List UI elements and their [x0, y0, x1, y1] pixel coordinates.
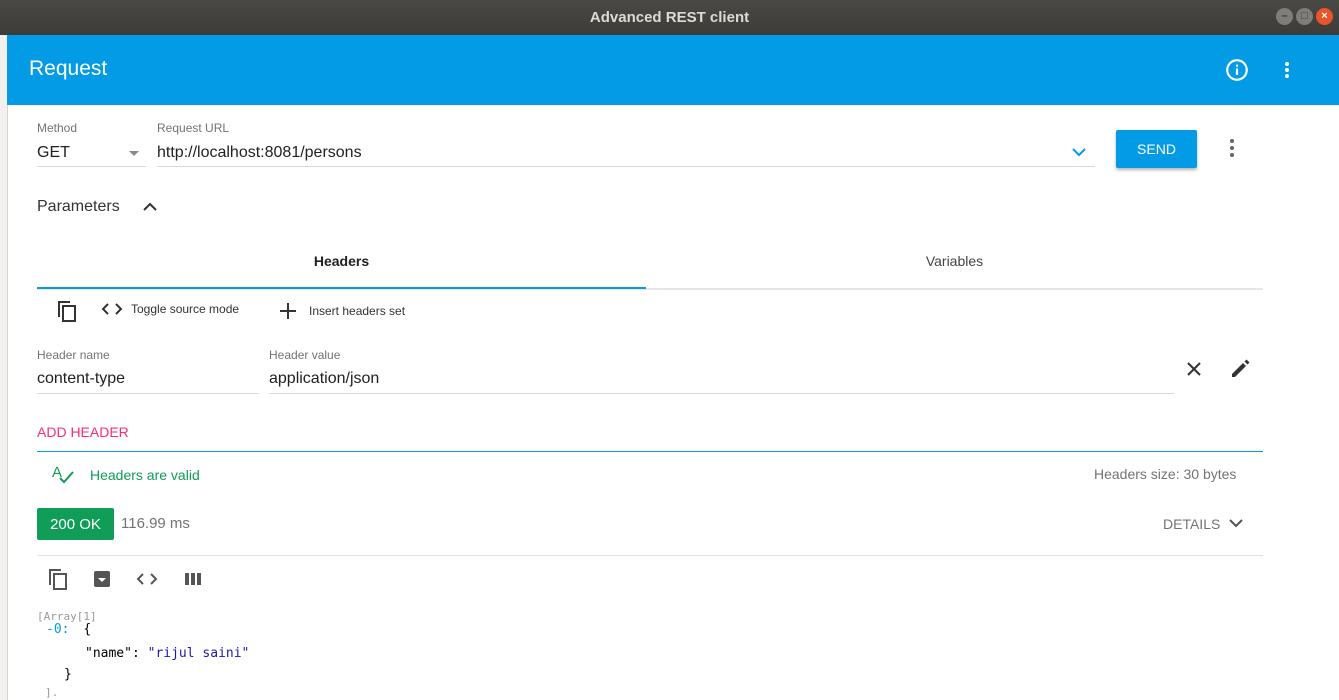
copy-icon[interactable] — [56, 299, 78, 323]
method-underline — [37, 166, 146, 167]
send-button[interactable]: SEND — [1116, 130, 1197, 168]
spellcheck-icon: A — [52, 464, 74, 484]
tab-headers[interactable]: Headers — [37, 253, 646, 269]
insert-headers-set-button[interactable]: Insert headers set — [279, 302, 405, 320]
request-more-vert-icon[interactable] — [1225, 137, 1239, 159]
url-input[interactable]: http://localhost:8081/persons — [157, 144, 362, 162]
headers-divider — [37, 451, 1263, 452]
details-toggle[interactable]: DETAILS — [1163, 516, 1220, 532]
columns-icon[interactable] — [184, 571, 204, 587]
details-chevron-down-icon[interactable] — [1229, 518, 1243, 528]
window-left-edge — [0, 35, 8, 700]
method-dropdown-icon[interactable] — [128, 149, 140, 157]
json-item-row: -0: { — [46, 622, 91, 637]
minimize-icon[interactable]: – — [1276, 8, 1293, 25]
status-badge: 200 OK — [37, 508, 114, 540]
method-select[interactable]: GET — [37, 144, 70, 162]
response-copy-icon[interactable] — [47, 567, 69, 591]
json-open-brace: { — [83, 622, 92, 637]
insert-headers-set-label: Insert headers set — [309, 304, 406, 318]
json-index-toggle[interactable]: -0: — [46, 622, 69, 637]
more-vert-icon[interactable] — [1277, 57, 1297, 83]
json-close-brace: } — [64, 667, 72, 682]
header-value-label: Header value — [269, 348, 341, 362]
tab-variables[interactable]: Variables — [646, 253, 1263, 269]
json-colon: : — [131, 646, 148, 661]
header-value-input[interactable]: application/json — [269, 370, 379, 388]
header-name-underline — [37, 393, 259, 394]
chevron-up-icon[interactable] — [142, 201, 158, 213]
url-label: Request URL — [157, 121, 230, 135]
json-value: "rijul saini" — [147, 646, 250, 661]
method-label: Method — [37, 121, 78, 135]
json-property-row: "name": "rijul saini" — [85, 646, 249, 661]
window-title: Advanced REST client — [589, 9, 750, 26]
page-title: Request — [29, 57, 108, 80]
remove-header-close-icon[interactable] — [1186, 361, 1202, 377]
toggle-source-label: Toggle source mode — [131, 302, 240, 316]
info-icon[interactable] — [1224, 57, 1250, 83]
header-name-input[interactable]: content-type — [37, 370, 125, 388]
close-window-icon[interactable]: × — [1316, 8, 1333, 25]
url-history-chevron-down-icon[interactable] — [1071, 146, 1087, 158]
maximize-icon[interactable]: □ — [1296, 8, 1313, 25]
header-name-label: Header name — [37, 348, 110, 362]
app-bar: Request — [7, 35, 1339, 105]
json-array-end: ]. — [45, 686, 59, 699]
toggle-source-button[interactable]: Toggle source mode — [101, 302, 239, 316]
window-controls: – □ × — [1276, 8, 1333, 25]
header-value-underline — [269, 393, 1174, 394]
add-icon — [280, 303, 296, 319]
code-icon — [101, 303, 123, 315]
json-key: "name" — [85, 646, 132, 661]
headers-valid-message: Headers are valid — [90, 467, 200, 483]
save-archive-icon[interactable] — [93, 570, 111, 588]
tab-selection-bar — [37, 287, 646, 289]
response-divider — [37, 555, 1263, 556]
headers-size: Headers size: 30 bytes — [1094, 466, 1237, 482]
response-time: 116.99 ms — [121, 515, 190, 532]
response-code-icon[interactable] — [136, 572, 158, 586]
parameters-toggle[interactable]: Parameters — [37, 198, 120, 216]
parameters-label: Parameters — [37, 198, 120, 215]
add-header-button[interactable]: ADD HEADER — [37, 424, 129, 440]
edit-pencil-icon[interactable] — [1229, 358, 1251, 380]
url-underline — [157, 166, 1095, 167]
window-titlebar: Advanced REST client – □ × — [0, 0, 1339, 35]
details-label: DETAILS — [1163, 516, 1221, 532]
